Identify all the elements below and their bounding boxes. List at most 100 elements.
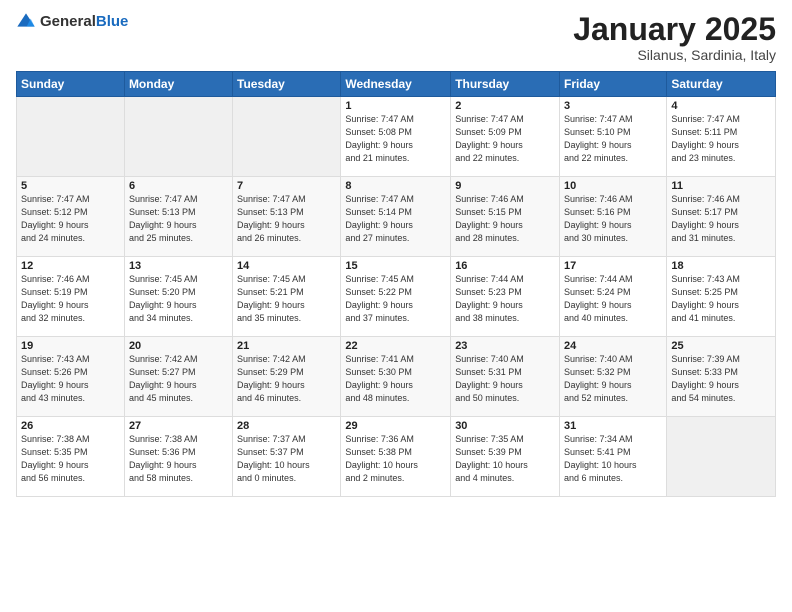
calendar-cell: 2Sunrise: 7:47 AM Sunset: 5:09 PM Daylig… <box>451 97 560 177</box>
day-number: 22 <box>345 340 446 352</box>
calendar-cell: 27Sunrise: 7:38 AM Sunset: 5:36 PM Dayli… <box>124 417 232 497</box>
day-info: Sunrise: 7:42 AM Sunset: 5:29 PM Dayligh… <box>237 353 336 405</box>
day-info: Sunrise: 7:38 AM Sunset: 5:35 PM Dayligh… <box>21 433 120 485</box>
day-number: 31 <box>564 420 662 432</box>
calendar-cell <box>124 97 232 177</box>
calendar-cell: 26Sunrise: 7:38 AM Sunset: 5:35 PM Dayli… <box>17 417 125 497</box>
day-number: 9 <box>455 180 555 192</box>
week-row-2: 5Sunrise: 7:47 AM Sunset: 5:12 PM Daylig… <box>17 177 776 257</box>
day-number: 16 <box>455 260 555 272</box>
calendar-cell: 10Sunrise: 7:46 AM Sunset: 5:16 PM Dayli… <box>560 177 667 257</box>
logo-icon <box>16 12 36 32</box>
weekday-header-saturday: Saturday <box>667 72 776 97</box>
day-info: Sunrise: 7:46 AM Sunset: 5:19 PM Dayligh… <box>21 273 120 325</box>
day-number: 21 <box>237 340 336 352</box>
calendar-cell <box>17 97 125 177</box>
calendar-cell: 9Sunrise: 7:46 AM Sunset: 5:15 PM Daylig… <box>451 177 560 257</box>
calendar-cell: 3Sunrise: 7:47 AM Sunset: 5:10 PM Daylig… <box>560 97 667 177</box>
calendar-cell: 30Sunrise: 7:35 AM Sunset: 5:39 PM Dayli… <box>451 417 560 497</box>
calendar-cell <box>233 97 341 177</box>
day-info: Sunrise: 7:40 AM Sunset: 5:31 PM Dayligh… <box>455 353 555 405</box>
calendar-table: SundayMondayTuesdayWednesdayThursdayFrid… <box>16 71 776 497</box>
calendar-page: GeneralBlue January 2025 Silanus, Sardin… <box>0 0 792 612</box>
day-info: Sunrise: 7:40 AM Sunset: 5:32 PM Dayligh… <box>564 353 662 405</box>
calendar-cell: 24Sunrise: 7:40 AM Sunset: 5:32 PM Dayli… <box>560 337 667 417</box>
day-number: 14 <box>237 260 336 272</box>
day-number: 8 <box>345 180 446 192</box>
day-number: 18 <box>671 260 771 272</box>
calendar-cell: 25Sunrise: 7:39 AM Sunset: 5:33 PM Dayli… <box>667 337 776 417</box>
calendar-cell: 1Sunrise: 7:47 AM Sunset: 5:08 PM Daylig… <box>341 97 451 177</box>
calendar-cell: 8Sunrise: 7:47 AM Sunset: 5:14 PM Daylig… <box>341 177 451 257</box>
week-row-1: 1Sunrise: 7:47 AM Sunset: 5:08 PM Daylig… <box>17 97 776 177</box>
calendar-cell: 7Sunrise: 7:47 AM Sunset: 5:13 PM Daylig… <box>233 177 341 257</box>
day-number: 23 <box>455 340 555 352</box>
day-number: 5 <box>21 180 120 192</box>
day-info: Sunrise: 7:45 AM Sunset: 5:20 PM Dayligh… <box>129 273 228 325</box>
day-number: 15 <box>345 260 446 272</box>
day-info: Sunrise: 7:41 AM Sunset: 5:30 PM Dayligh… <box>345 353 446 405</box>
calendar-cell: 31Sunrise: 7:34 AM Sunset: 5:41 PM Dayli… <box>560 417 667 497</box>
weekday-header-row: SundayMondayTuesdayWednesdayThursdayFrid… <box>17 72 776 97</box>
weekday-header-wednesday: Wednesday <box>341 72 451 97</box>
day-info: Sunrise: 7:36 AM Sunset: 5:38 PM Dayligh… <box>345 433 446 485</box>
day-info: Sunrise: 7:45 AM Sunset: 5:22 PM Dayligh… <box>345 273 446 325</box>
calendar-cell: 19Sunrise: 7:43 AM Sunset: 5:26 PM Dayli… <box>17 337 125 417</box>
day-info: Sunrise: 7:47 AM Sunset: 5:12 PM Dayligh… <box>21 193 120 245</box>
day-number: 24 <box>564 340 662 352</box>
calendar-cell: 13Sunrise: 7:45 AM Sunset: 5:20 PM Dayli… <box>124 257 232 337</box>
day-number: 17 <box>564 260 662 272</box>
day-number: 19 <box>21 340 120 352</box>
day-info: Sunrise: 7:39 AM Sunset: 5:33 PM Dayligh… <box>671 353 771 405</box>
weekday-header-monday: Monday <box>124 72 232 97</box>
day-info: Sunrise: 7:47 AM Sunset: 5:09 PM Dayligh… <box>455 113 555 165</box>
calendar-cell: 11Sunrise: 7:46 AM Sunset: 5:17 PM Dayli… <box>667 177 776 257</box>
day-number: 1 <box>345 100 446 112</box>
day-info: Sunrise: 7:47 AM Sunset: 5:10 PM Dayligh… <box>564 113 662 165</box>
day-info: Sunrise: 7:46 AM Sunset: 5:16 PM Dayligh… <box>564 193 662 245</box>
day-info: Sunrise: 7:34 AM Sunset: 5:41 PM Dayligh… <box>564 433 662 485</box>
location-subtitle: Silanus, Sardinia, Italy <box>573 47 776 63</box>
day-number: 3 <box>564 100 662 112</box>
day-info: Sunrise: 7:47 AM Sunset: 5:11 PM Dayligh… <box>671 113 771 165</box>
day-info: Sunrise: 7:37 AM Sunset: 5:37 PM Dayligh… <box>237 433 336 485</box>
day-info: Sunrise: 7:45 AM Sunset: 5:21 PM Dayligh… <box>237 273 336 325</box>
calendar-cell: 20Sunrise: 7:42 AM Sunset: 5:27 PM Dayli… <box>124 337 232 417</box>
weekday-header-thursday: Thursday <box>451 72 560 97</box>
day-number: 11 <box>671 180 771 192</box>
day-info: Sunrise: 7:42 AM Sunset: 5:27 PM Dayligh… <box>129 353 228 405</box>
calendar-cell: 18Sunrise: 7:43 AM Sunset: 5:25 PM Dayli… <box>667 257 776 337</box>
day-info: Sunrise: 7:35 AM Sunset: 5:39 PM Dayligh… <box>455 433 555 485</box>
day-number: 29 <box>345 420 446 432</box>
calendar-cell: 14Sunrise: 7:45 AM Sunset: 5:21 PM Dayli… <box>233 257 341 337</box>
day-number: 30 <box>455 420 555 432</box>
calendar-cell: 29Sunrise: 7:36 AM Sunset: 5:38 PM Dayli… <box>341 417 451 497</box>
calendar-cell: 15Sunrise: 7:45 AM Sunset: 5:22 PM Dayli… <box>341 257 451 337</box>
weekday-header-sunday: Sunday <box>17 72 125 97</box>
day-number: 26 <box>21 420 120 432</box>
calendar-cell: 21Sunrise: 7:42 AM Sunset: 5:29 PM Dayli… <box>233 337 341 417</box>
day-number: 2 <box>455 100 555 112</box>
title-block: January 2025 Silanus, Sardinia, Italy <box>573 12 776 63</box>
day-info: Sunrise: 7:47 AM Sunset: 5:14 PM Dayligh… <box>345 193 446 245</box>
week-row-5: 26Sunrise: 7:38 AM Sunset: 5:35 PM Dayli… <box>17 417 776 497</box>
day-info: Sunrise: 7:43 AM Sunset: 5:25 PM Dayligh… <box>671 273 771 325</box>
header: GeneralBlue January 2025 Silanus, Sardin… <box>16 12 776 63</box>
day-number: 12 <box>21 260 120 272</box>
calendar-cell <box>667 417 776 497</box>
day-info: Sunrise: 7:43 AM Sunset: 5:26 PM Dayligh… <box>21 353 120 405</box>
day-info: Sunrise: 7:47 AM Sunset: 5:13 PM Dayligh… <box>237 193 336 245</box>
day-number: 13 <box>129 260 228 272</box>
weekday-header-tuesday: Tuesday <box>233 72 341 97</box>
day-number: 28 <box>237 420 336 432</box>
week-row-3: 12Sunrise: 7:46 AM Sunset: 5:19 PM Dayli… <box>17 257 776 337</box>
calendar-cell: 28Sunrise: 7:37 AM Sunset: 5:37 PM Dayli… <box>233 417 341 497</box>
day-number: 6 <box>129 180 228 192</box>
month-title: January 2025 <box>573 12 776 47</box>
day-number: 20 <box>129 340 228 352</box>
logo: GeneralBlue <box>16 12 128 32</box>
day-number: 25 <box>671 340 771 352</box>
day-info: Sunrise: 7:44 AM Sunset: 5:24 PM Dayligh… <box>564 273 662 325</box>
calendar-cell: 16Sunrise: 7:44 AM Sunset: 5:23 PM Dayli… <box>451 257 560 337</box>
day-info: Sunrise: 7:46 AM Sunset: 5:15 PM Dayligh… <box>455 193 555 245</box>
